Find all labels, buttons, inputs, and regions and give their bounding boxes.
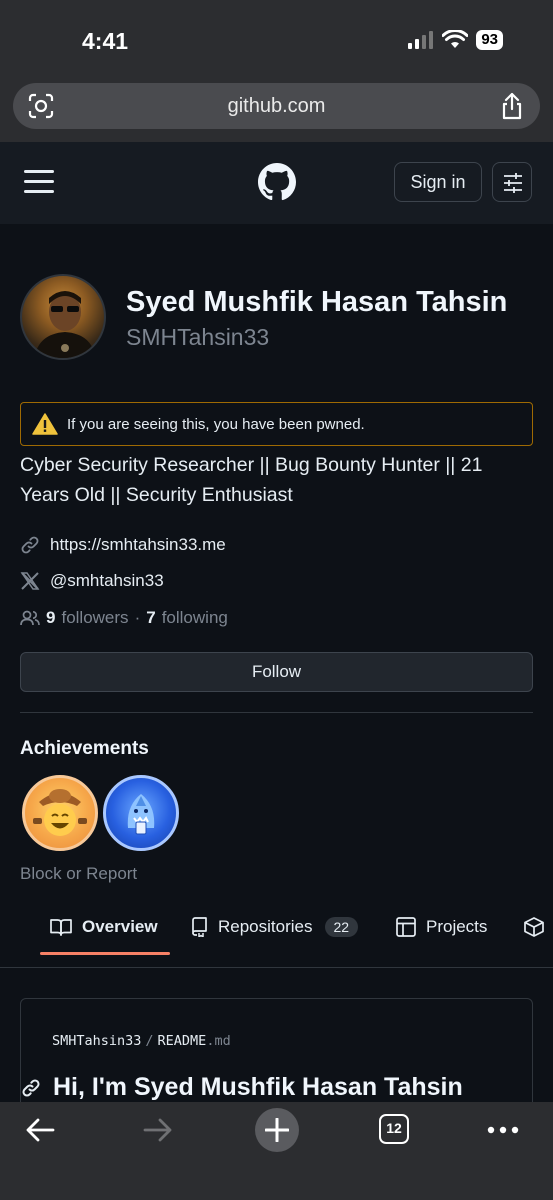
people-icon <box>20 609 46 627</box>
back-arrow-icon[interactable] <box>24 1114 56 1146</box>
repo-icon <box>190 917 208 937</box>
follow-stats: 9 followers · 7 following <box>20 606 228 630</box>
github-header: Sign in <box>0 142 553 224</box>
table-icon <box>396 917 416 937</box>
follow-button[interactable]: Follow <box>20 652 533 692</box>
readme-heading: Hi, I'm Syed Mushfik Hasan Tahsin <box>21 1073 463 1102</box>
block-or-report-link[interactable]: Block or Report <box>20 864 137 884</box>
x-logo-icon <box>20 571 50 591</box>
website-text: https://smhtahsin33.me <box>50 535 226 554</box>
achievements-title: Achievements <box>20 738 149 759</box>
anchor-link-icon[interactable] <box>21 1078 53 1098</box>
followers-label[interactable]: followers <box>61 608 128 628</box>
sliders-icon <box>504 173 522 193</box>
more-icon[interactable] <box>487 1126 519 1134</box>
search-settings-button[interactable] <box>492 162 532 202</box>
followers-count[interactable]: 9 <box>46 608 55 628</box>
tab-overview[interactable]: Overview <box>50 914 158 940</box>
repositories-count-badge: 22 <box>324 917 359 937</box>
tab-repositories-label: Repositories <box>218 917 313 936</box>
profile-username: SMHTahsin33 <box>126 324 270 350</box>
following-label[interactable]: following <box>162 608 228 628</box>
profile-full-name: Syed Mushfik Hasan Tahsin <box>126 286 508 318</box>
readme-file-name: README <box>157 1033 207 1049</box>
tab-repositories[interactable]: Repositories 22 <box>190 914 359 940</box>
tab-packages[interactable] <box>524 914 553 940</box>
tab-overview-label: Overview <box>82 917 158 936</box>
battery-indicator: 93 <box>476 30 503 50</box>
readme-path: SMHTahsin33/README.md <box>52 1033 231 1049</box>
achievement-badge-pull-shark[interactable] <box>103 775 179 851</box>
x-handle-text: @smhtahsin33 <box>50 571 164 590</box>
shark-icon <box>127 794 155 835</box>
cowboy-emoji-icon <box>33 789 87 836</box>
readme-owner-link[interactable]: SMHTahsin33 <box>52 1033 141 1049</box>
readme-path-separator: / <box>145 1033 154 1049</box>
url-bar[interactable]: github.com <box>13 83 540 129</box>
readme-heading-text: Hi, I'm Syed Mushfik Hasan Tahsin <box>53 1073 463 1101</box>
browser-bottom-toolbar: 12 <box>0 1102 553 1200</box>
github-logo-icon[interactable] <box>258 163 296 201</box>
new-tab-button[interactable] <box>255 1108 299 1152</box>
book-icon <box>50 918 72 936</box>
readme-file-ext: .md <box>206 1033 231 1049</box>
warning-text: If you are seeing this, you have been pw… <box>67 416 365 433</box>
warning-icon <box>32 413 58 435</box>
profile-bio: Cyber Security Researcher || Bug Bounty … <box>20 454 483 506</box>
package-icon <box>524 917 544 937</box>
cellular-signal-icon <box>408 31 434 49</box>
profile-tabs: Overview Repositories 22 Projects <box>0 904 553 968</box>
website-link[interactable]: https://smhtahsin33.me <box>20 533 226 557</box>
ios-status-bar: 4:41 93 <box>0 0 553 80</box>
browser-address-area: github.com <box>0 80 553 142</box>
status-indicators: 93 <box>408 30 503 50</box>
profile-status-warning: If you are seeing this, you have been pw… <box>20 402 533 446</box>
x-profile-link[interactable]: @smhtahsin33 <box>20 569 164 593</box>
sign-in-button[interactable]: Sign in <box>394 162 482 202</box>
avatar-photo <box>34 291 96 358</box>
wifi-icon <box>442 30 469 48</box>
menu-icon[interactable] <box>24 170 54 194</box>
tab-switcher-button[interactable]: 12 <box>379 1114 409 1144</box>
achievement-badge-yolo[interactable] <box>22 775 98 851</box>
tab-projects-label: Projects <box>426 917 488 936</box>
avatar[interactable] <box>20 274 106 360</box>
share-icon[interactable] <box>500 92 524 120</box>
url-text: github.com <box>227 95 326 117</box>
tab-projects[interactable]: Projects <box>396 914 487 940</box>
stats-separator: · <box>134 608 141 627</box>
link-icon <box>20 535 50 555</box>
forward-arrow-icon[interactable] <box>142 1114 174 1146</box>
plus-icon <box>265 1118 289 1142</box>
tab-active-indicator <box>40 952 170 955</box>
status-time: 4:41 <box>82 28 129 54</box>
following-count[interactable]: 7 <box>146 608 155 628</box>
section-divider <box>20 712 533 713</box>
